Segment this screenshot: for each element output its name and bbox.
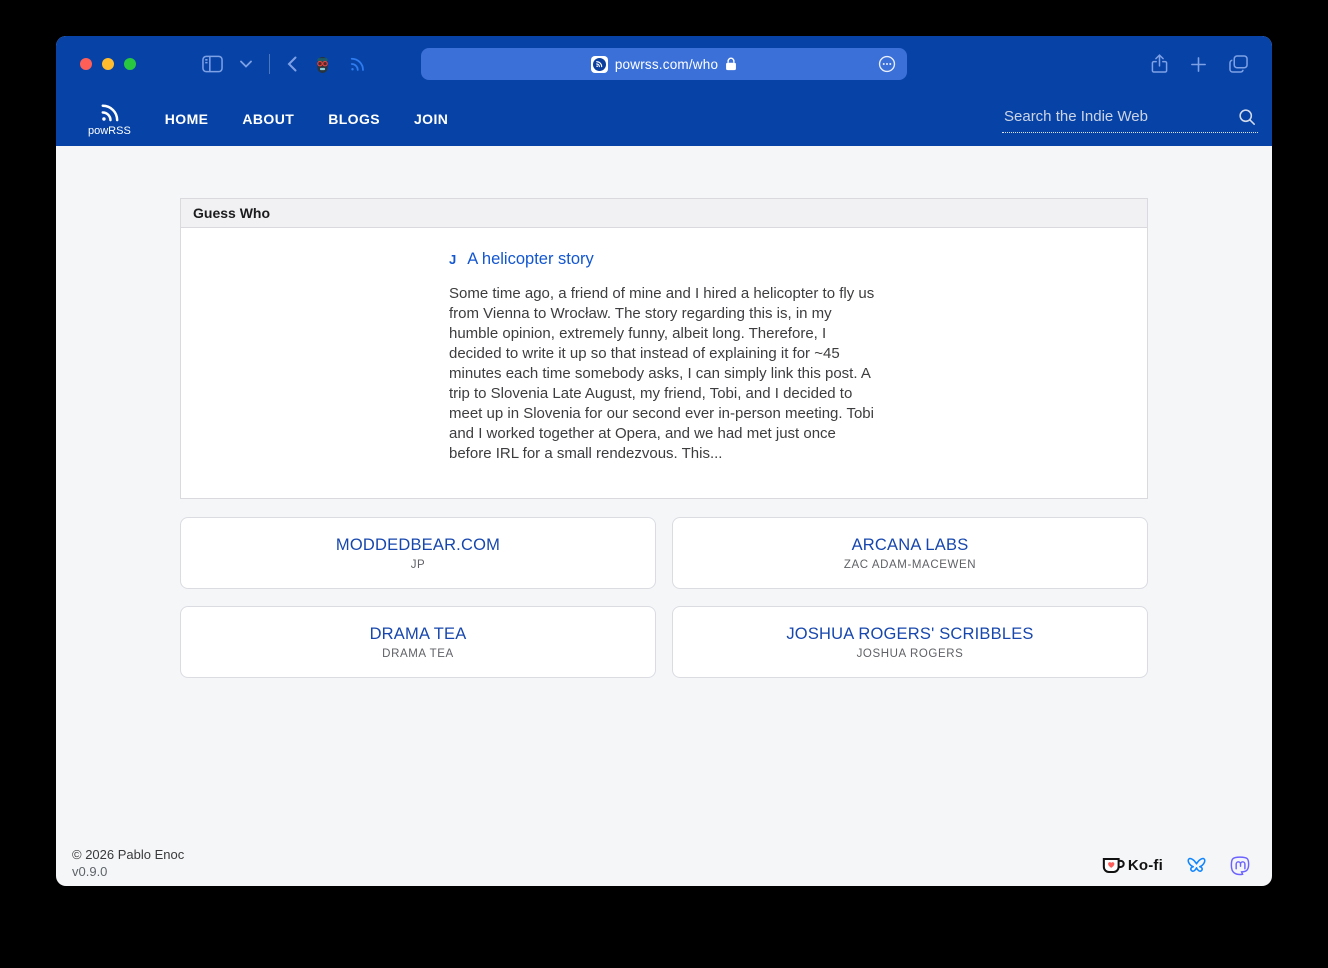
kofi-label: Ko-fi [1128,857,1163,874]
copyright-text: © 2026 Pablo Enoc [72,846,184,863]
page-footer: © 2026 Pablo Enoc v0.9.0 Ko-fi [72,846,1250,880]
close-window-button[interactable] [80,58,92,70]
blog-author: DRAMA TEA [382,648,454,660]
panel-body: J A helicopter story Some time ago, a fr… [181,228,1147,498]
zoom-window-button[interactable] [124,58,136,70]
desktop-background: powrss.com/who [0,0,1328,968]
blog-card-joshua-rogers[interactable]: JOSHUA ROGERS' SCRIBBLES JOSHUA ROGERS [672,606,1148,678]
disguise-extension-icon[interactable] [314,56,331,73]
featured-post: J A helicopter story Some time ago, a fr… [449,250,879,464]
site-navbar: powRSS HOME ABOUT BLOGS JOIN [56,92,1272,146]
page-settings-icon[interactable] [877,54,897,74]
search-box [1002,106,1258,133]
back-button-icon[interactable] [287,56,297,72]
minimize-window-button[interactable] [102,58,114,70]
tab-overview-icon[interactable] [1229,55,1248,73]
post-favicon-placeholder: J [449,252,456,267]
rss-logo-icon [98,101,121,124]
blog-card-moddedbear[interactable]: MODDEDBEAR.COM JP [180,517,656,589]
sidebar-toggle-icon[interactable] [202,55,223,73]
blog-title[interactable]: ARCANA LABS [852,536,969,555]
search-input[interactable] [1004,108,1238,125]
panel-title: Guess Who [181,199,1147,228]
nav-item-home[interactable]: HOME [165,111,209,127]
traffic-lights [80,58,136,70]
browser-toolbar: powrss.com/who [56,36,1272,92]
nav-item-about[interactable]: ABOUT [242,111,294,127]
blog-card-arcana-labs[interactable]: ARCANA LABS ZAC ADAM-MACEWEN [672,517,1148,589]
blog-title[interactable]: MODDEDBEAR.COM [336,536,500,555]
mastodon-icon[interactable] [1230,856,1250,876]
lock-icon [725,57,737,71]
blog-card-drama-tea[interactable]: DRAMA TEA DRAMA TEA [180,606,656,678]
rss-reader-icon[interactable] [348,55,366,73]
post-title-link[interactable]: A helicopter story [467,250,594,269]
blog-title[interactable]: DRAMA TEA [370,625,467,644]
kofi-link[interactable]: Ko-fi [1102,856,1163,875]
bluesky-butterfly-icon[interactable] [1185,855,1208,876]
nav-item-join[interactable]: JOIN [414,111,448,127]
nav-links: HOME ABOUT BLOGS JOIN [165,111,448,127]
url-text: powrss.com/who [615,57,718,72]
blog-author: JP [411,559,426,571]
brand-logo[interactable]: powRSS [88,101,131,137]
blog-author: JOSHUA ROGERS [857,648,964,660]
nav-item-blogs[interactable]: BLOGS [328,111,380,127]
post-excerpt: Some time ago, a friend of mine and I hi… [449,284,879,464]
brand-name: powRSS [88,125,131,137]
kofi-cup-icon [1102,856,1126,875]
new-tab-icon[interactable] [1190,56,1207,73]
toolbar-divider [269,54,270,74]
page-content: Guess Who J A helicopter story Some time… [56,146,1272,886]
search-icon[interactable] [1238,108,1256,126]
blog-card-grid: MODDEDBEAR.COM JP ARCANA LABS ZAC ADAM-M… [180,517,1148,678]
guess-who-panel: Guess Who J A helicopter story Some time… [180,198,1148,499]
version-text: v0.9.0 [72,863,184,880]
site-favicon-rss-icon [591,56,608,73]
blog-title[interactable]: JOSHUA ROGERS' SCRIBBLES [786,625,1033,644]
share-icon[interactable] [1151,54,1168,74]
safari-window: powrss.com/who [56,36,1272,886]
chevron-down-icon[interactable] [240,60,252,68]
address-bar[interactable]: powrss.com/who [421,48,907,80]
blog-author: ZAC ADAM-MACEWEN [844,559,976,571]
